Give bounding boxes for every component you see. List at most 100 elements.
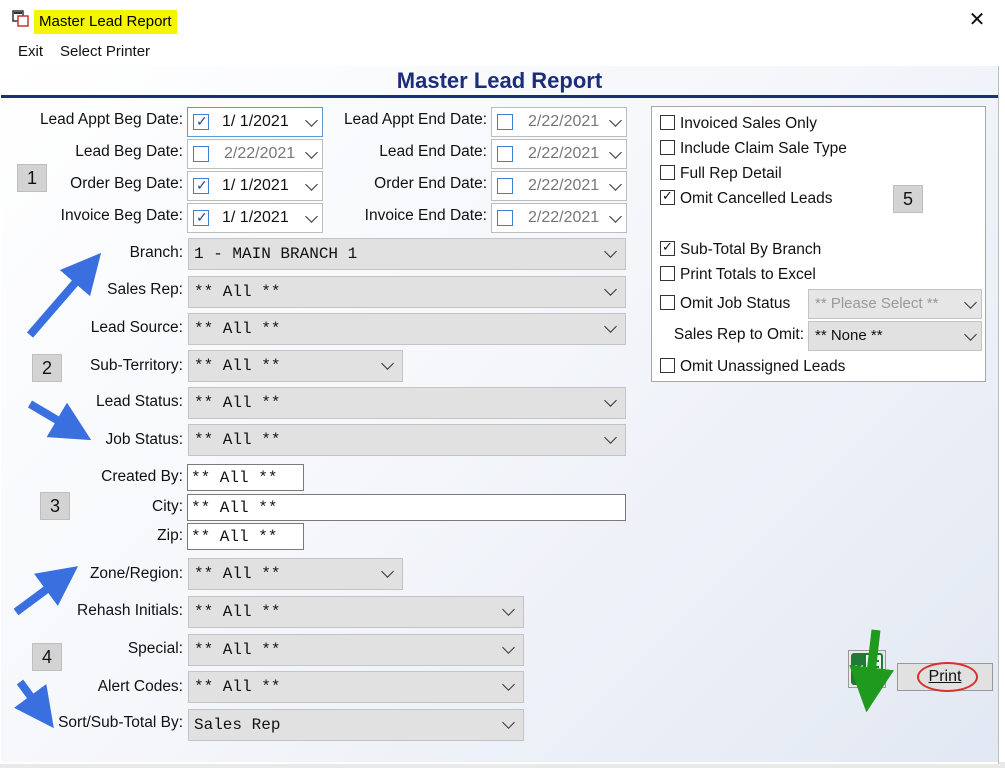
checkbox[interactable]: [660, 358, 675, 373]
sub-total-by-branch-option[interactable]: ✓ Sub-Total By Branch: [660, 239, 821, 259]
chevron-down-icon[interactable]: [305, 210, 318, 223]
report-window: Master Lead Report ✕ Exit Select Printer…: [0, 0, 999, 764]
invoice-beg-date[interactable]: ✓ 1/ 1/2021: [187, 203, 323, 233]
menu-bar: Exit Select Printer: [0, 40, 999, 66]
sales-rep-to-omit-select[interactable]: ** None **: [808, 321, 982, 351]
sort-subtotal-select[interactable]: Sales Rep: [188, 709, 524, 741]
chevron-down-icon[interactable]: [964, 296, 977, 309]
chevron-down-icon[interactable]: [609, 114, 622, 127]
checkbox[interactable]: [660, 266, 675, 281]
lead-end-checkbox[interactable]: [497, 146, 513, 162]
chevron-down-icon[interactable]: [502, 716, 515, 729]
zip-field[interactable]: ** All **: [187, 523, 304, 550]
print-button[interactable]: Print: [897, 663, 993, 691]
special-select[interactable]: ** All **: [188, 634, 524, 666]
city-label: City:: [152, 498, 183, 515]
section-tag-4: 4: [32, 643, 62, 671]
omit-job-status-select[interactable]: ** Please Select **: [808, 289, 982, 319]
zone-region-select[interactable]: ** All **: [188, 558, 403, 590]
chevron-down-icon[interactable]: [305, 178, 318, 191]
checkmark-icon: ✓: [662, 188, 673, 203]
invoice-beg-checkbox[interactable]: ✓: [193, 209, 209, 226]
omit-cancelled-leads-option[interactable]: ✓ Omit Cancelled Leads: [660, 188, 833, 208]
lead-end-date[interactable]: 2/22/2021: [491, 139, 627, 169]
checkbox[interactable]: [660, 140, 675, 155]
export-excel-button[interactable]: X: [848, 650, 886, 688]
lead-appt-end-checkbox[interactable]: [497, 114, 513, 130]
menu-select-printer[interactable]: Select Printer: [60, 43, 150, 60]
zone-region-label: Zone/Region:: [89, 565, 183, 582]
chevron-down-icon[interactable]: [604, 394, 617, 407]
print-totals-to-excel-option[interactable]: Print Totals to Excel: [660, 266, 816, 284]
close-icon: ✕: [968, 9, 986, 31]
chevron-down-icon[interactable]: [604, 283, 617, 296]
chevron-down-icon[interactable]: [381, 565, 394, 578]
desktop-edge: [999, 0, 1005, 768]
chevron-down-icon[interactable]: [609, 146, 622, 159]
lead-source-label: Lead Source:: [90, 319, 183, 336]
lead-beg-label: Lead Beg Date:: [75, 143, 183, 160]
lead-appt-beg-date[interactable]: ✓ 1/ 1/2021: [187, 107, 323, 137]
checkbox[interactable]: ✓: [660, 239, 675, 256]
lead-appt-end-date[interactable]: 2/22/2021: [491, 107, 627, 137]
chevron-down-icon[interactable]: [381, 357, 394, 370]
section-tag-3: 3: [40, 492, 70, 520]
svg-text:X: X: [854, 662, 864, 678]
city-field[interactable]: ** All **: [187, 494, 626, 521]
app-icon: [12, 10, 29, 27]
invoice-end-checkbox[interactable]: [497, 210, 513, 226]
checkbox[interactable]: ✓: [660, 188, 675, 205]
window-title: Master Lead Report: [34, 10, 177, 34]
chevron-down-icon[interactable]: [604, 320, 617, 333]
job-status-label: Job Status:: [105, 431, 183, 448]
checkbox[interactable]: [660, 295, 675, 310]
chevron-down-icon[interactable]: [604, 245, 617, 258]
checkbox[interactable]: [660, 115, 675, 130]
order-end-checkbox[interactable]: [497, 178, 513, 194]
job-status-select[interactable]: ** All **: [188, 424, 626, 456]
chevron-down-icon[interactable]: [964, 328, 977, 341]
sales-rep-select[interactable]: ** All **: [188, 276, 626, 308]
checkbox[interactable]: [660, 165, 675, 180]
chevron-down-icon[interactable]: [609, 210, 622, 223]
chevron-down-icon[interactable]: [502, 641, 515, 654]
order-beg-checkbox[interactable]: ✓: [193, 177, 209, 194]
branch-select[interactable]: 1 - MAIN BRANCH 1: [188, 238, 626, 270]
sales-rep-label: Sales Rep:: [107, 281, 183, 298]
order-beg-date[interactable]: ✓ 1/ 1/2021: [187, 171, 323, 201]
chevron-down-icon[interactable]: [305, 114, 318, 127]
lead-status-select[interactable]: ** All **: [188, 387, 626, 419]
lead-beg-checkbox[interactable]: [193, 146, 209, 162]
close-button[interactable]: ✕: [960, 6, 994, 34]
lead-source-select[interactable]: ** All **: [188, 313, 626, 345]
sales-rep-to-omit-label: Sales Rep to Omit:: [673, 326, 804, 343]
lead-appt-beg-label: Lead Appt Beg Date:: [39, 111, 183, 128]
chevron-down-icon[interactable]: [305, 146, 318, 159]
section-tag-5: 5: [893, 185, 923, 213]
lead-beg-date[interactable]: 2/22/2021: [187, 139, 323, 169]
chevron-down-icon[interactable]: [502, 678, 515, 691]
invoice-end-date[interactable]: 2/22/2021: [491, 203, 627, 233]
omit-job-status-option[interactable]: Omit Job Status: [660, 295, 790, 313]
order-end-date[interactable]: 2/22/2021: [491, 171, 627, 201]
created-by-label: Created By:: [101, 468, 183, 485]
chevron-down-icon[interactable]: [604, 431, 617, 444]
menu-exit[interactable]: Exit: [18, 43, 43, 60]
omit-unassigned-leads-option[interactable]: Omit Unassigned Leads: [660, 358, 845, 376]
zip-label: Zip:: [157, 527, 183, 544]
invoice-end-label: Invoice End Date:: [364, 207, 487, 224]
chevron-down-icon[interactable]: [609, 178, 622, 191]
sub-territory-select[interactable]: ** All **: [188, 350, 403, 382]
chevron-down-icon[interactable]: [502, 603, 515, 616]
lead-appt-beg-checkbox[interactable]: ✓: [193, 113, 209, 130]
invoiced-sales-only-option[interactable]: Invoiced Sales Only: [660, 115, 817, 133]
alert-codes-select[interactable]: ** All **: [188, 671, 524, 703]
lead-end-label: Lead End Date:: [379, 143, 487, 160]
lead-appt-end-label: Lead Appt End Date:: [343, 111, 487, 128]
include-claim-sale-type-option[interactable]: Include Claim Sale Type: [660, 140, 847, 158]
page-title: Master Lead Report: [396, 68, 603, 93]
created-by-field[interactable]: ** All **: [187, 464, 304, 491]
section-tag-2: 2: [32, 354, 62, 382]
full-rep-detail-option[interactable]: Full Rep Detail: [660, 165, 782, 183]
rehash-initials-select[interactable]: ** All **: [188, 596, 524, 628]
